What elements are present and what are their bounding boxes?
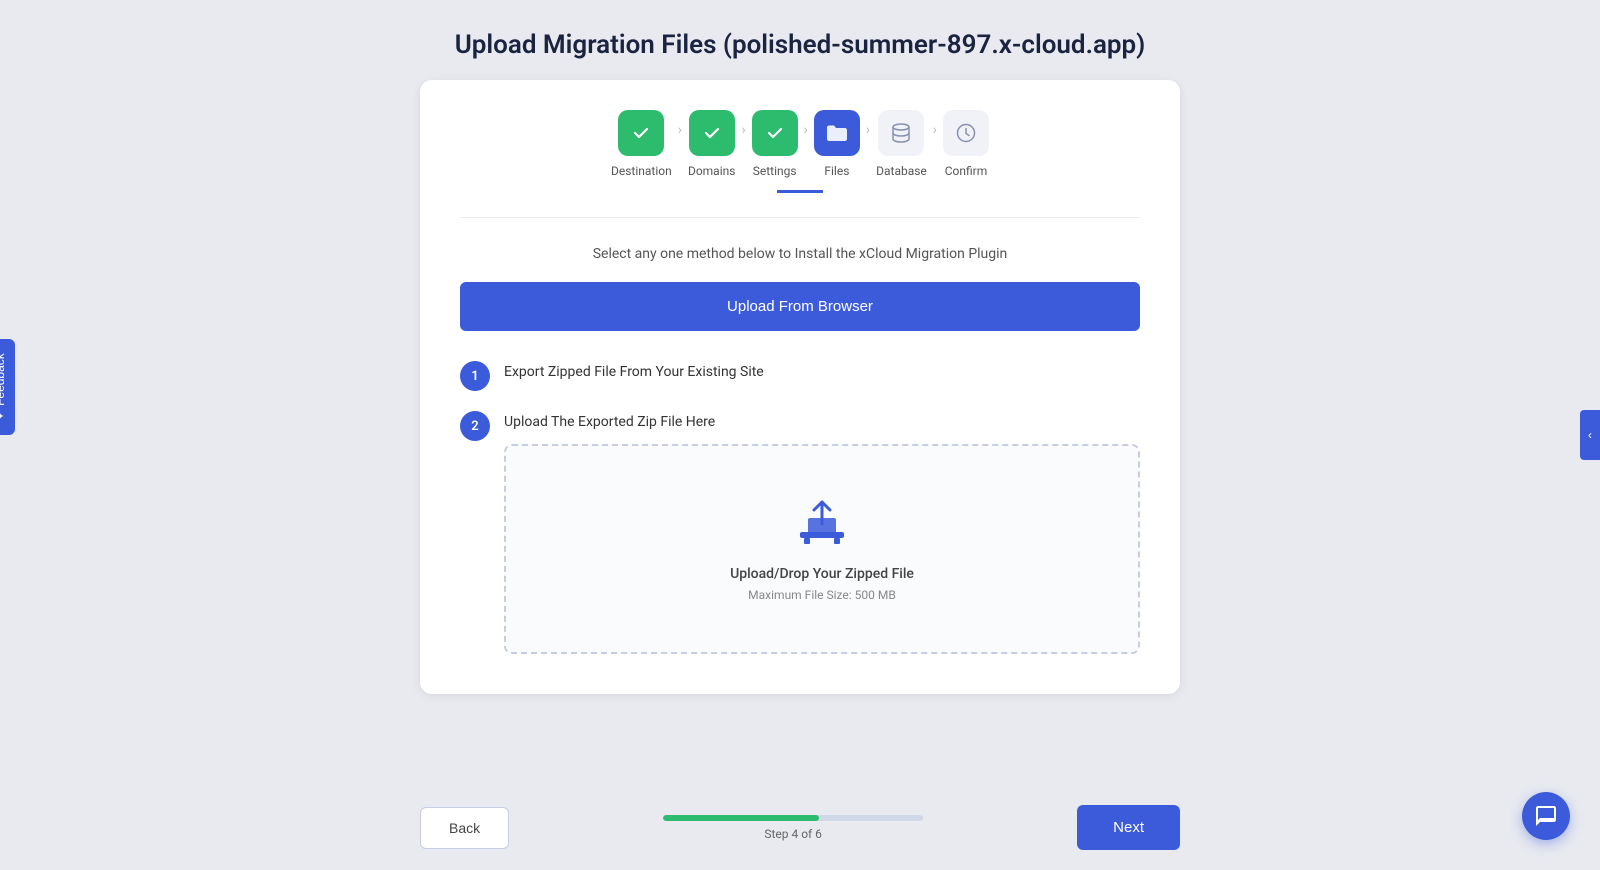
step-files-label: Files (824, 164, 849, 178)
side-panel-toggle[interactable]: ‹ (1580, 410, 1600, 460)
bottom-bar: Back Step 4 of 6 Next (0, 785, 1600, 870)
step-database-label: Database (876, 164, 927, 178)
step-list: 1 Export Zipped File From Your Existing … (460, 359, 1140, 654)
divider (460, 217, 1140, 218)
step-domains[interactable]: Domains (688, 110, 736, 178)
step-database-icon (878, 110, 924, 156)
step-settings-label: Settings (753, 164, 797, 178)
upload-icon (794, 496, 850, 550)
chevron-left-icon: ‹ (1588, 428, 1592, 442)
step-badge-1: 1 (460, 361, 490, 391)
dropzone-main-text: Upload/Drop Your Zipped File (730, 566, 914, 582)
chevron-1: › (678, 110, 682, 138)
dropzone-sub-text: Maximum File Size: 500 MB (748, 588, 896, 602)
step-list-item-1: 1 Export Zipped File From Your Existing … (460, 359, 1140, 391)
step-confirm-icon (943, 110, 989, 156)
step-settings[interactable]: Settings (752, 110, 798, 178)
step-confirm[interactable]: Confirm (943, 110, 989, 178)
drop-zone[interactable]: Upload/Drop Your Zipped File Maximum Fil… (504, 444, 1140, 654)
step-files-icon (814, 110, 860, 156)
step-badge-2: 2 (460, 411, 490, 441)
step-domains-icon (689, 110, 735, 156)
step-files[interactable]: Files (814, 110, 860, 178)
step-destination-label: Destination (611, 164, 672, 178)
progress-label: Step 4 of 6 (764, 827, 822, 841)
main-card: Destination › Domains › Settings › (420, 80, 1180, 694)
upload-browser-button[interactable]: Upload From Browser (460, 282, 1140, 331)
step-progress: Step 4 of 6 (663, 815, 923, 841)
chevron-2: › (741, 110, 745, 138)
chat-bubble[interactable] (1522, 792, 1570, 840)
next-button[interactable]: Next (1077, 805, 1180, 850)
progress-bar-container (663, 815, 923, 821)
steps-wizard: Destination › Domains › Settings › (460, 110, 1140, 178)
step-database[interactable]: Database (876, 110, 927, 178)
step-confirm-label: Confirm (945, 164, 988, 178)
step-1-label: Export Zipped File From Your Existing Si… (504, 359, 764, 380)
instruction-text: Select any one method below to Install t… (593, 246, 1008, 262)
feedback-button[interactable]: ✦ Feedback (0, 339, 15, 435)
chevron-3: › (804, 110, 808, 138)
star-icon: ✦ (0, 411, 7, 421)
step-2-label: Upload The Exported Zip File Here (504, 409, 1140, 430)
step-underline (777, 190, 823, 193)
chevron-4: › (866, 110, 870, 138)
progress-bar-fill (663, 815, 819, 821)
step-underline-container (460, 190, 1140, 193)
step-destination-icon (618, 110, 664, 156)
step-destination[interactable]: Destination (611, 110, 672, 178)
feedback-label: Feedback (0, 353, 7, 406)
step-domains-label: Domains (688, 164, 736, 178)
chevron-5: › (933, 110, 937, 138)
step-list-item-2: 2 Upload The Exported Zip File Here (460, 409, 1140, 654)
back-button[interactable]: Back (420, 807, 509, 849)
step-settings-icon (752, 110, 798, 156)
content-area: Select any one method below to Install t… (460, 246, 1140, 654)
page-title: Upload Migration Files (polished-summer-… (455, 30, 1146, 60)
